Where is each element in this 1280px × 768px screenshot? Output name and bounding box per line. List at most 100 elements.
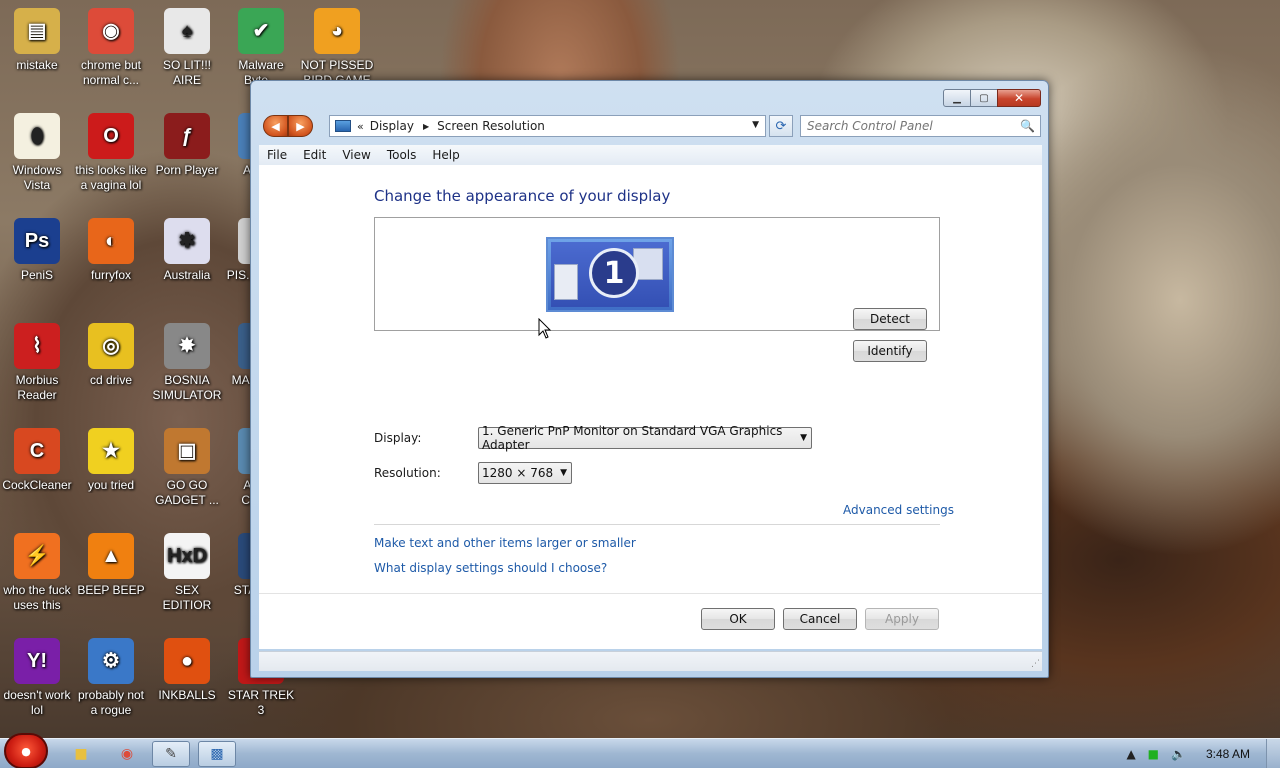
display-help-link[interactable]: What display settings should I choose? [374, 561, 607, 575]
desktop-icon[interactable]: ▣ GO GO GADGET ... [150, 428, 224, 508]
desktop-icon[interactable]: ♠ SO LIT!!! AIRE [150, 8, 224, 88]
system-tray: ▲ ■ 🔈 3:48 AM [1120, 739, 1280, 768]
desktop-icon[interactable]: ▤ mistake [0, 8, 74, 73]
back-button[interactable]: ◀ [263, 115, 288, 137]
desktop-icon[interactable]: C CockCleaner [0, 428, 74, 493]
desktop-icon[interactable]: ⬮ Windows Vista [0, 113, 74, 193]
title-bar[interactable]: ▁ ▢ ✕ [251, 81, 1048, 111]
opera-icon: O [88, 113, 134, 159]
menu-help[interactable]: Help [424, 148, 467, 162]
vlc-cone-icon: ▲ [88, 533, 134, 579]
close-button[interactable]: ✕ [997, 89, 1041, 107]
spider-icon: ✱ [164, 218, 210, 264]
address-bar[interactable]: « Display ▶ Screen Resolution ▼ [329, 115, 766, 137]
desktop-icon[interactable]: ▲ BEEP BEEP [74, 533, 148, 598]
desktop-icon[interactable]: Y! doesn't work lol [0, 638, 74, 718]
search-box[interactable]: 🔍 [800, 115, 1041, 137]
desktop-icon[interactable]: ✸ BOSNIA SIMULATOR [150, 323, 224, 403]
desktop-icon[interactable]: ● INKBALLS [150, 638, 224, 703]
pen-icon: ✎ [165, 746, 177, 762]
ccleaner-icon: C [14, 428, 60, 474]
desktop-icon[interactable]: Othis looks like a vagina lol [74, 113, 148, 193]
control-panel-icon [335, 120, 351, 132]
status-bar: ⋰ [259, 651, 1042, 671]
control-panel-icon: ▩ [210, 746, 224, 762]
desktop-icon-label: you tried [87, 478, 135, 492]
monitor-1-thumbnail[interactable]: 1 [546, 237, 674, 312]
monitor-gear-icon: ⚙ [88, 638, 134, 684]
menu-tools[interactable]: Tools [379, 148, 425, 162]
maximize-button[interactable]: ▢ [970, 89, 998, 107]
folder-icon: ■ [74, 746, 88, 762]
display-select[interactable]: 1. Generic PnP Monitor on Standard VGA G… [478, 424, 812, 452]
show-hidden-icons-icon[interactable]: ▲ [1126, 747, 1135, 761]
forward-button[interactable]: ▶ [288, 115, 313, 137]
desktop-icon[interactable]: ◎ cd drive [74, 323, 148, 388]
desktop-icon[interactable]: ◉ chrome but normal c... [74, 8, 148, 88]
desktop-icon[interactable]: Ps PeniS [0, 218, 74, 283]
minimize-button[interactable]: ▁ [943, 89, 971, 107]
desktop-icon-label: INKBALLS [158, 688, 216, 702]
advanced-settings-link[interactable]: Advanced settings [843, 503, 954, 517]
volume-icon[interactable]: 🔈 [1171, 747, 1186, 761]
breadcrumb-separator-icon[interactable]: ▶ [423, 122, 429, 131]
start-button[interactable]: ● [4, 733, 48, 768]
identify-button[interactable]: Identify [853, 340, 927, 362]
cancel-button[interactable]: Cancel [783, 608, 857, 630]
briefcase-icon: ▣ [164, 428, 210, 474]
photoshop-icon: Ps [14, 218, 60, 264]
monitor-number-badge: 1 [589, 248, 639, 298]
resolution-select-value: 1280 × 768 [482, 466, 554, 480]
desktop-icon-label: chrome but normal c... [80, 58, 142, 87]
search-icon[interactable]: 🔍 [1020, 119, 1035, 133]
desktop-icon-label: who the fuck uses this [3, 583, 71, 612]
desktop-icon-label: Porn Player [155, 163, 219, 177]
detect-button[interactable]: Detect [853, 308, 927, 330]
menu-edit[interactable]: Edit [295, 148, 334, 162]
breadcrumb-display[interactable]: Display [370, 119, 414, 133]
nav-buttons: ◀ ▶ [263, 115, 313, 137]
desktop-icon-label: BEEP BEEP [77, 583, 145, 597]
desktop-icon[interactable]: ⌇ Morbius Reader [0, 323, 74, 403]
breadcrumb-screen-resolution[interactable]: Screen Resolution [437, 119, 545, 133]
content-panel: Change the appearance of your display 1 … [259, 165, 1042, 649]
taskbar-control-panel[interactable]: ▩ [198, 741, 236, 767]
desktop-icon[interactable]: ★ you tried [74, 428, 148, 493]
resolution-select[interactable]: 1280 × 768 ▼ [478, 462, 572, 484]
breadcrumb-chevrons[interactable]: « [357, 120, 364, 133]
screen-resolution-window: ▁ ▢ ✕ ◀ ▶ « Display ▶ Screen Resolution … [250, 80, 1049, 678]
taskbar-chrome[interactable]: ◉ [108, 741, 146, 767]
menu-bar: File Edit View Tools Help [259, 145, 1042, 165]
address-dropdown-icon[interactable]: ▼ [752, 120, 759, 130]
desktop-icon-label: BOSNIA SIMULATOR [152, 373, 222, 402]
desktop-icon[interactable]: ⚡ who the fuck uses this [0, 533, 74, 613]
mouse-cursor-icon [538, 318, 552, 339]
desktop-icon[interactable]: ✔Malware Byte... [224, 8, 298, 88]
refresh-button[interactable]: ⟳ [769, 115, 793, 137]
desktop-icon[interactable]: ◕NOT PISSED BIRD GAME [300, 8, 374, 88]
desktop-icon[interactable]: ƒ Porn Player [150, 113, 224, 178]
desktop-icon[interactable]: ◐ furryfox [74, 218, 148, 283]
text-size-link[interactable]: Make text and other items larger or smal… [374, 536, 636, 550]
desktop-icon-label: Morbius Reader [15, 373, 59, 402]
desktop-icon[interactable]: HxD SEX EDITIOR [150, 533, 224, 613]
clock[interactable]: 3:48 AM [1206, 747, 1250, 761]
egg-icon: ⬮ [14, 113, 60, 159]
menu-file[interactable]: File [259, 148, 295, 162]
desktop-icon-label: GO GO GADGET ... [155, 478, 219, 507]
taskbar-explorer[interactable]: ■ [62, 741, 100, 767]
desktop-icon[interactable]: ✱ Australia [150, 218, 224, 283]
network-icon[interactable]: ■ [1148, 747, 1159, 761]
apply-button[interactable]: Apply [865, 608, 939, 630]
search-input[interactable] [807, 117, 1017, 135]
ok-button[interactable]: OK [701, 608, 775, 630]
folder-tools-icon: ▤ [14, 8, 60, 54]
menu-view[interactable]: View [334, 148, 378, 162]
desktop-icon[interactable]: ⚙ probably not a rogue [74, 638, 148, 718]
resize-grip-icon[interactable]: ⋰ [1031, 659, 1040, 669]
desktop-icon-label: probably not a rogue [77, 688, 145, 717]
taskbar-paint[interactable]: ✎ [152, 741, 190, 767]
desktop-icon-label: cd drive [89, 373, 133, 387]
show-desktop-button[interactable] [1266, 739, 1280, 768]
cards-icon: ♠ [164, 8, 210, 54]
